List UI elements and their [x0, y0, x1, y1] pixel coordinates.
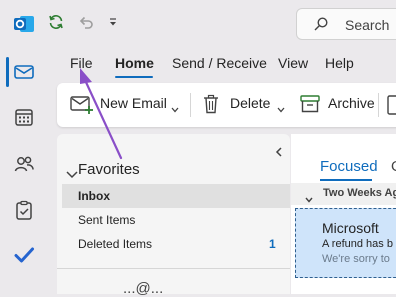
folder-pane: Favorites Inbox Sent Items Deleted Items… — [57, 134, 290, 297]
calendar-icon[interactable] — [11, 104, 37, 130]
collapse-folder-pane-icon[interactable] — [275, 144, 283, 162]
chevron-down-icon[interactable] — [66, 166, 78, 184]
tab-home[interactable]: Home — [115, 55, 154, 71]
active-tab-indicator — [115, 76, 153, 78]
tab-file[interactable]: File — [70, 55, 93, 71]
ribbon-separator — [190, 93, 191, 117]
delete-icon — [203, 94, 219, 119]
mail-item[interactable]: Microsoft A refund has b We're sorry to — [295, 208, 396, 278]
archive-icon — [300, 95, 320, 118]
delete-dropdown-icon[interactable] — [277, 100, 285, 118]
mail-preview: We're sorry to — [322, 253, 390, 265]
undo-icon[interactable] — [76, 10, 96, 34]
ribbon-separator — [378, 93, 379, 117]
rail-active-indicator — [6, 57, 9, 87]
tab-send-receive[interactable]: Send / Receive — [172, 55, 267, 71]
account-name[interactable]: ...@... — [123, 280, 163, 297]
chevron-down-icon — [305, 190, 313, 208]
tab-other[interactable]: O — [391, 158, 396, 175]
focused-tab-underline — [320, 179, 372, 181]
mail-icon[interactable] — [11, 59, 37, 85]
outlook-app-icon[interactable] — [11, 11, 37, 37]
folder-inbox[interactable]: Inbox — [78, 189, 110, 203]
group-header-label: Two Weeks Ag — [323, 187, 396, 199]
new-email-button[interactable]: New Email — [100, 95, 167, 111]
tab-help[interactable]: Help — [325, 55, 354, 71]
mail-sender: Microsoft — [322, 220, 379, 236]
mail-subject: A refund has b — [322, 238, 393, 250]
favorites-header[interactable]: Favorites — [78, 161, 140, 178]
folder-sent-items[interactable]: Sent Items — [78, 213, 135, 227]
search-placeholder: Search — [345, 17, 390, 33]
todo-icon[interactable] — [11, 242, 37, 268]
new-email-dropdown-icon[interactable] — [171, 100, 179, 118]
sync-icon[interactable] — [46, 10, 66, 34]
customize-quick-access-icon[interactable] — [106, 10, 120, 34]
search-box[interactable]: Search — [296, 8, 396, 40]
delete-button[interactable]: Delete — [230, 95, 270, 111]
tasks-icon[interactable] — [11, 197, 37, 223]
new-email-icon — [70, 93, 94, 120]
folder-deleted-items[interactable]: Deleted Items — [78, 237, 152, 251]
tab-view[interactable]: View — [278, 55, 308, 71]
mail-group-header[interactable]: Two Weeks Ag — [291, 183, 396, 205]
app-rail — [0, 0, 48, 290]
tab-focused[interactable]: Focused — [320, 158, 378, 175]
deleted-items-count: 1 — [269, 237, 276, 251]
folder-divider — [57, 268, 290, 269]
report-icon[interactable] — [387, 95, 396, 120]
archive-button[interactable]: Archive — [328, 95, 375, 111]
people-icon[interactable] — [11, 151, 37, 177]
search-icon — [313, 16, 329, 37]
ribbon-toolbar: New Email Delete Archive — [57, 83, 396, 127]
